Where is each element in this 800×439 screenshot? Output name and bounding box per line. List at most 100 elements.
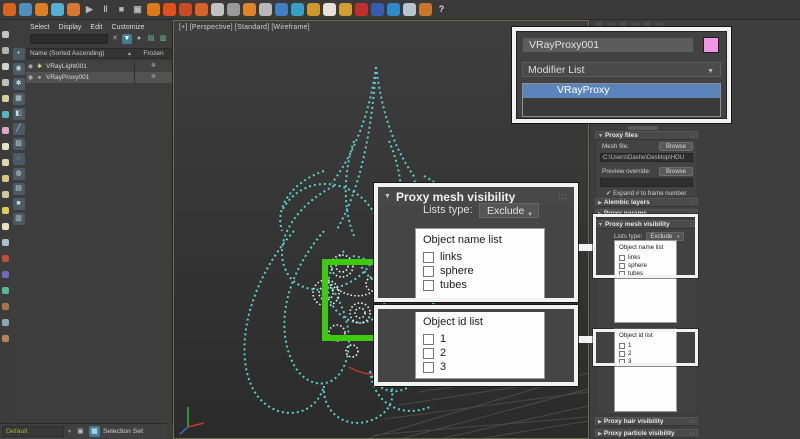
select-tool-icon[interactable] [2, 31, 9, 38]
list-item[interactable]: 1 [416, 331, 544, 345]
pyramid-tool-icon[interactable] [2, 271, 9, 278]
play-icon[interactable]: ▶ [83, 3, 96, 16]
menu-select[interactable]: Select [30, 24, 49, 31]
flame-b-icon[interactable] [163, 3, 176, 16]
hierarchy-view-icon[interactable]: ▥ [158, 34, 168, 44]
star-primitive-icon[interactable] [2, 207, 9, 214]
liquid-sim-icon[interactable] [3, 3, 16, 16]
brick-sim-icon[interactable] [19, 3, 32, 16]
explorer-shapes-icon[interactable]: ╱ [13, 123, 25, 135]
preview-browse-button[interactable]: Browse [659, 167, 693, 176]
rotate-tool-icon[interactable] [2, 63, 9, 70]
viewport-label[interactable]: [+] [Perspective] [Standard] [Wireframe] [179, 24, 310, 31]
menu-edit[interactable]: Edit [90, 24, 102, 31]
compass-icon[interactable] [387, 3, 400, 16]
explorer-spacewarp-icon[interactable]: ◌ [13, 153, 25, 165]
sand-icon[interactable] [339, 3, 352, 16]
list-item[interactable]: 3 [615, 357, 676, 365]
hand-fire-icon[interactable] [195, 3, 208, 16]
explorer-bones-icon[interactable]: ▥ [13, 213, 25, 225]
ocean-sim-icon[interactable] [51, 3, 64, 16]
calendar-icon[interactable] [211, 3, 224, 16]
wave-icon[interactable] [291, 3, 304, 16]
checkbox-icon[interactable] [619, 343, 625, 349]
checkbox-icon[interactable] [619, 351, 625, 357]
rollout-alembic-layers[interactable]: ▶ Alembic layers :: [595, 198, 698, 207]
table-row[interactable]: ◉ ● VRayProxy001 ✽ [26, 72, 172, 83]
fire-sim-icon[interactable] [35, 3, 48, 16]
rollout-proxy-mesh-visibility[interactable]: ▼ Proxy mesh visibility :: [595, 220, 698, 229]
mesh-file-path-field[interactable]: C:\Users\Dashe\Desktop\HOU [600, 153, 693, 162]
explorer-lights-icon[interactable]: ✱ [13, 78, 25, 90]
render-globe-icon[interactable] [2, 319, 9, 326]
export-node-icon[interactable] [227, 3, 240, 16]
stop-icon[interactable]: ■ [115, 3, 128, 16]
menu-customize[interactable]: Customize [111, 24, 144, 31]
mesh-file-browse-button[interactable]: Browse [659, 142, 693, 151]
checkbox-icon[interactable] [423, 348, 434, 359]
explorer-cameras-icon[interactable]: ▦ [13, 93, 25, 105]
rollout-proxy-params[interactable]: ▶ Proxy params :: [595, 209, 698, 218]
modifier-stack-entry[interactable]: VRayProxy [523, 84, 720, 98]
object-name-field[interactable]: VRayProxy001 [522, 37, 694, 53]
trash-icon[interactable]: ▣ [131, 3, 144, 16]
visibility-eye-icon[interactable]: ◉ [26, 74, 35, 81]
body-icon[interactable] [355, 3, 368, 16]
sphere2-primitive-icon[interactable] [2, 223, 9, 230]
lists-type-dropdown[interactable]: Exclude ▼ [479, 203, 539, 218]
mirror-tool-icon[interactable] [2, 111, 9, 118]
list-item[interactable]: links [615, 253, 676, 261]
menu-display[interactable]: Display [58, 24, 81, 31]
frozen-toggle-icon[interactable]: ✽ [134, 72, 172, 83]
teapot-primitive-icon[interactable] [2, 175, 9, 182]
list-item[interactable]: sphere [615, 261, 676, 269]
frozen-toggle-icon[interactable]: ✽ [134, 61, 172, 72]
scene-state-icon[interactable] [2, 335, 9, 342]
preview-path-field[interactable] [600, 178, 693, 187]
help-icon[interactable]: ? [435, 3, 448, 16]
column-name[interactable]: Name (Sorted Ascending) [26, 50, 127, 57]
list-view-icon[interactable]: ▤ [146, 34, 156, 44]
water-drop-icon[interactable] [275, 3, 288, 16]
rollout-proxy-particle-visibility[interactable]: ▶ Proxy particle visibility :: [595, 429, 698, 438]
list-item[interactable]: tubes [615, 269, 676, 277]
checkbox-icon[interactable] [619, 271, 625, 277]
list-item[interactable]: 1 [615, 341, 676, 349]
particles-icon[interactable] [67, 3, 80, 16]
list-item[interactable]: 2 [416, 345, 544, 359]
hand-burn-icon[interactable] [179, 3, 192, 16]
explorer-xref-icon[interactable]: ▤ [13, 183, 25, 195]
lock-icon[interactable]: ● [134, 34, 144, 44]
helix-primitive-icon[interactable] [2, 239, 9, 246]
object-color-swatch[interactable] [703, 37, 719, 53]
checkbox-icon[interactable] [619, 263, 625, 269]
ship-icon[interactable] [403, 3, 416, 16]
coffee-icon[interactable] [323, 3, 336, 16]
move-tool-icon[interactable] [2, 47, 9, 54]
candle-icon[interactable] [243, 3, 256, 16]
bond-tool-icon[interactable] [2, 255, 9, 262]
explorer-pick-icon[interactable]: + [13, 48, 25, 60]
rollout-drag-strip[interactable] [628, 126, 658, 130]
list-item[interactable]: tubes [416, 277, 544, 291]
checkbox-icon[interactable] [619, 255, 625, 261]
flame-a-icon[interactable] [147, 3, 160, 16]
explorer-geometry-icon[interactable]: ▨ [13, 138, 25, 150]
named-selection-field[interactable]: Default [2, 426, 64, 437]
cloud-icon[interactable] [259, 3, 272, 16]
checkbox-icon[interactable] [619, 359, 625, 365]
cone-primitive-icon[interactable] [2, 191, 9, 198]
layer-tool-icon[interactable] [2, 143, 9, 150]
list-item[interactable]: 2 [615, 349, 676, 357]
explorer-groups-icon[interactable]: ◍ [13, 168, 25, 180]
trash-icon[interactable]: ▣ [75, 426, 86, 437]
foliage-tool-icon[interactable] [2, 287, 9, 294]
checkbox-icon[interactable] [423, 280, 434, 291]
filter-icon[interactable]: ▼ [122, 34, 132, 44]
chevron-down-icon[interactable]: ▼ [67, 429, 72, 435]
object-id-list[interactable]: Object id list 1 2 3 [415, 312, 545, 379]
rollout-proxy-hair-visibility[interactable]: ▶ Proxy hair visibility :: [595, 417, 698, 426]
terrain-tool-icon[interactable] [2, 303, 9, 310]
scale-tool-icon[interactable] [2, 79, 9, 86]
column-frozen[interactable]: Frozen [134, 50, 172, 57]
